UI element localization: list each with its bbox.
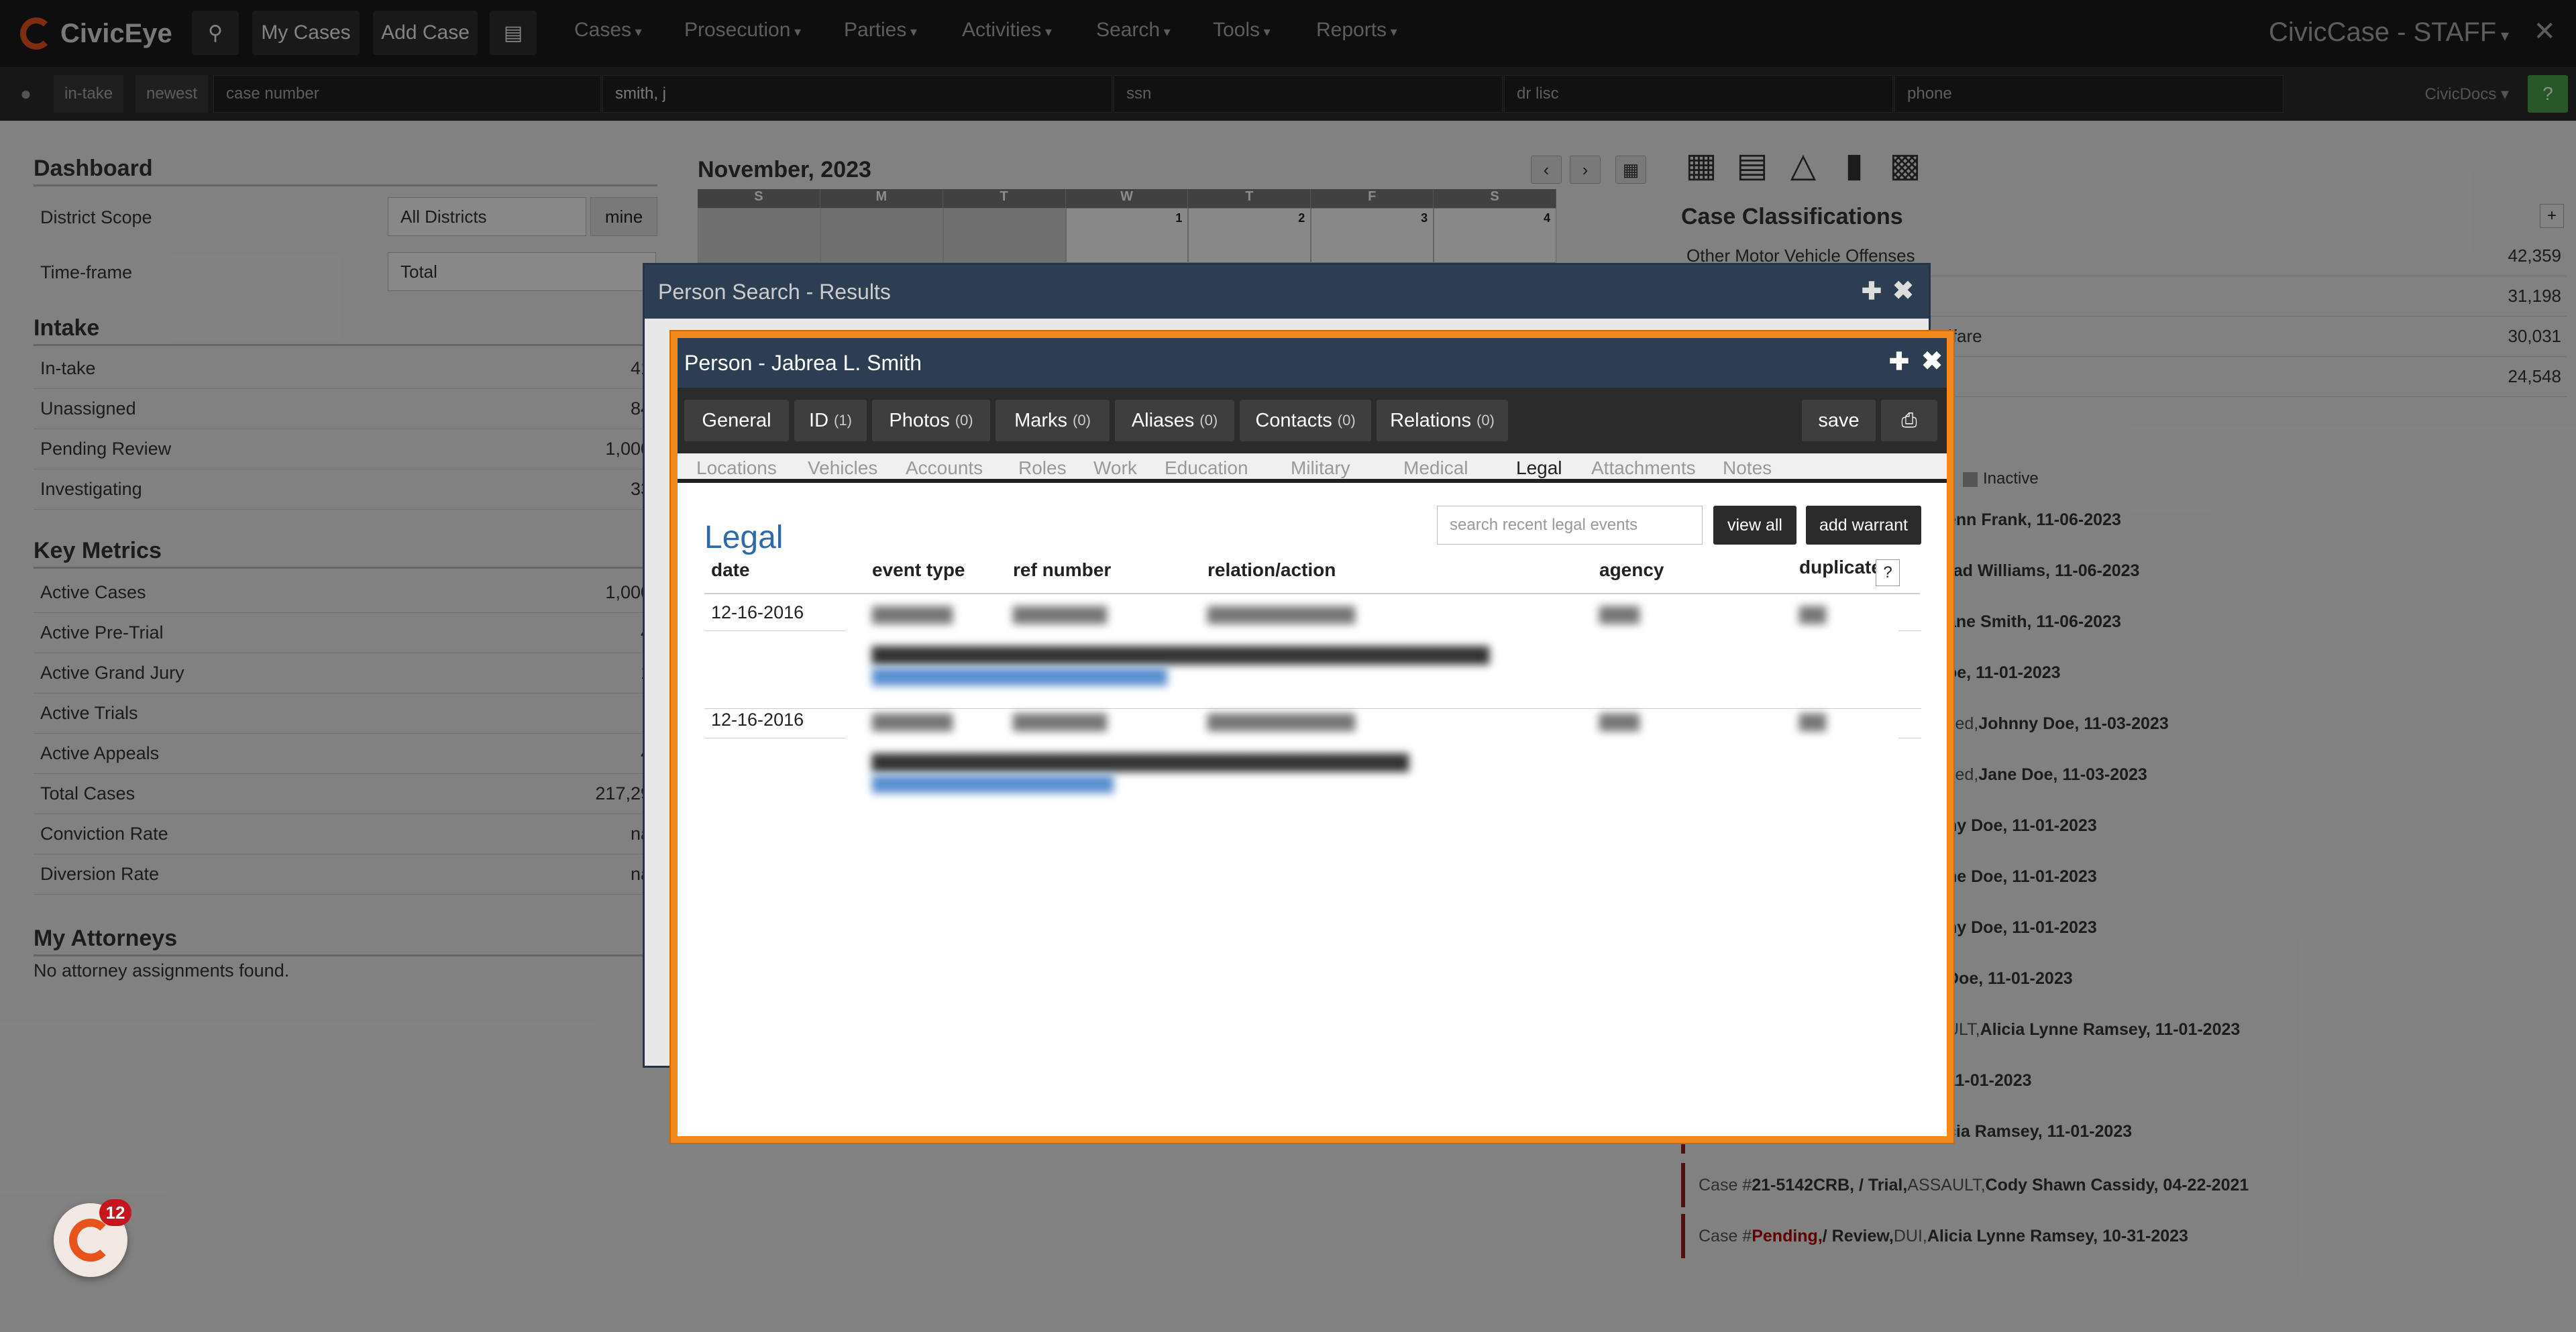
subtab-notes[interactable]: Notes xyxy=(1723,457,1772,479)
redacted-text: ▇▇▇▇▇▇▇▇▇▇▇▇▇▇▇▇▇▇ xyxy=(872,773,1114,793)
redacted-text: ▇▇▇▇▇▇ xyxy=(872,711,953,731)
row-divider xyxy=(1898,630,1921,631)
col-date[interactable]: date xyxy=(711,559,750,581)
close-icon[interactable]: ✖ xyxy=(1921,346,1943,376)
civiceye-logo-icon xyxy=(69,1219,112,1262)
tab-relations[interactable]: Relations (0) xyxy=(1377,400,1508,441)
tab-general[interactable]: General xyxy=(684,400,789,441)
subtab-vehicles[interactable]: Vehicles xyxy=(808,457,877,479)
redacted-text: ▇▇▇▇▇▇▇▇▇▇▇▇▇▇▇▇▇▇▇▇▇▇ xyxy=(872,665,1167,685)
col-agency[interactable]: agency xyxy=(1599,559,1664,581)
person-dialog: Person - Jabrea L. Smith ✚ ✖ General ID(… xyxy=(671,331,1953,1143)
person-dialog-title: Person - Jabrea L. Smith xyxy=(684,350,922,375)
notification-badge: 12 xyxy=(99,1199,131,1226)
print-button[interactable]: ⎙ xyxy=(1881,400,1937,441)
redacted-text: ▇▇ xyxy=(1799,604,1826,624)
person-search-header: Person Search - Results ✚ ✖ xyxy=(645,265,1929,319)
tab-photos[interactable]: Photos (0) xyxy=(872,400,990,441)
row-divider xyxy=(704,630,845,631)
legal-title: Legal xyxy=(704,520,784,555)
redacted-text: ▇▇▇▇▇▇▇▇▇▇▇ xyxy=(1208,711,1355,731)
redacted-text: ▇▇ xyxy=(1799,711,1826,731)
col-duplicate[interactable]: duplicate xyxy=(1799,557,1882,578)
subtab-locations[interactable]: Locations xyxy=(696,457,777,479)
legal-row-date[interactable]: 12-16-2016 xyxy=(711,602,804,623)
person-main-tabs: General ID (1) Photos (0) Marks (0) Aliases… xyxy=(678,388,1947,453)
col-event-type[interactable]: event type xyxy=(872,559,965,581)
redacted-text: ▇▇▇▇▇▇▇▇▇▇▇ xyxy=(1208,604,1355,624)
tab-contacts[interactable]: Contacts (0) xyxy=(1240,400,1371,441)
tab-marks[interactable]: Marks (0) xyxy=(996,400,1110,441)
plus-icon[interactable]: ✚ xyxy=(1889,347,1909,376)
view-all-button[interactable]: view all xyxy=(1713,506,1796,545)
person-sub-tabs: Locations Vehicles Accounts Roles Work E… xyxy=(678,453,1947,483)
subtab-attachments[interactable]: Attachments xyxy=(1591,457,1696,479)
redacted-text: ▇▇▇▇▇▇▇ xyxy=(1013,604,1107,624)
subtab-accounts[interactable]: Accounts xyxy=(906,457,983,479)
legal-row-date[interactable]: 12-16-2016 xyxy=(711,710,804,730)
printer-icon: ⎙ xyxy=(1901,409,1917,431)
redacted-text: ▇▇▇ xyxy=(1599,711,1640,731)
redacted-text: ▇▇▇▇▇▇▇▇▇▇▇▇▇▇▇▇▇▇▇▇▇▇▇▇▇▇▇▇▇▇▇▇▇▇▇▇▇▇▇▇… xyxy=(872,644,1489,664)
person-dialog-header: Person - Jabrea L. Smith ✚ ✖ xyxy=(678,338,1947,388)
subtab-roles[interactable]: Roles xyxy=(1018,457,1067,479)
add-warrant-button[interactable]: add warrant xyxy=(1806,506,1921,545)
redacted-text: ▇▇▇▇▇▇ xyxy=(872,604,953,624)
redacted-text: ▇▇▇▇▇▇▇ xyxy=(1013,711,1107,731)
duplicate-help-button[interactable]: ? xyxy=(1876,559,1900,586)
legal-search-input[interactable]: search recent legal events xyxy=(1437,506,1703,545)
save-button[interactable]: save xyxy=(1802,400,1876,441)
col-relation-action[interactable]: relation/action xyxy=(1208,559,1336,581)
redacted-text: ▇▇▇▇▇▇▇▇▇▇▇▇▇▇▇▇▇▇▇▇▇▇▇▇▇▇▇▇▇▇▇▇▇▇▇▇▇▇▇▇ xyxy=(872,751,1409,771)
subtab-education[interactable]: Education xyxy=(1165,457,1248,479)
redacted-text: ▇▇▇ xyxy=(1599,604,1640,624)
subtab-military[interactable]: Military xyxy=(1291,457,1350,479)
row-divider xyxy=(704,708,1921,709)
table-header-divider xyxy=(704,593,1920,594)
tab-aliases[interactable]: Aliases (0) xyxy=(1115,400,1234,441)
subtab-medical[interactable]: Medical xyxy=(1403,457,1468,479)
tab-id[interactable]: ID (1) xyxy=(794,400,867,441)
subtab-legal[interactable]: Legal xyxy=(1516,457,1562,479)
col-ref-number[interactable]: ref number xyxy=(1013,559,1111,581)
subtab-work[interactable]: Work xyxy=(1093,457,1137,479)
plus-icon[interactable]: ✚ xyxy=(1862,277,1882,305)
close-icon[interactable]: ✖ xyxy=(1892,276,1914,306)
person-search-title: Person Search - Results xyxy=(658,279,891,304)
